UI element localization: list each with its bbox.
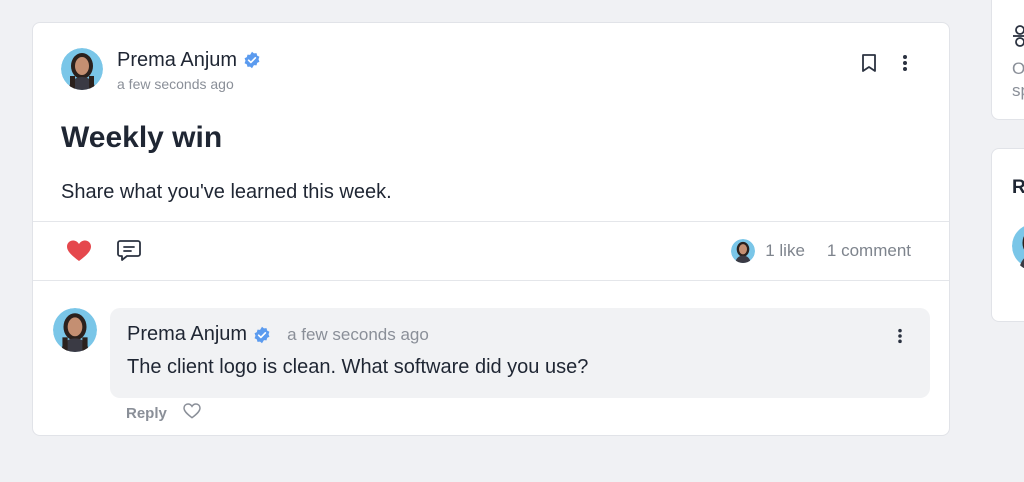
comment-more-button[interactable]	[890, 326, 910, 346]
post-card: Prema Anjum a few seconds ago Weekly win…	[32, 22, 950, 436]
author-block: Prema Anjum a few seconds ago	[117, 48, 261, 92]
reply-button[interactable]: Reply	[126, 405, 167, 422]
post-body: Share what you've learned this week.	[61, 181, 392, 203]
comment-bubble: Prema Anjum a few seconds ago The client…	[110, 308, 930, 398]
divider	[33, 280, 949, 281]
post-actions-bar: 1 like 1 comment	[33, 222, 949, 280]
sidebar-card: O sp	[991, 0, 1024, 120]
author-avatar[interactable]	[61, 48, 103, 90]
comment-author-avatar[interactable]	[53, 308, 97, 352]
post-timestamp: a few seconds ago	[117, 76, 234, 92]
heart-outline-icon	[183, 403, 201, 419]
liker-avatar[interactable]	[731, 239, 756, 263]
likes-count[interactable]: 1 like	[765, 241, 805, 261]
bookmark-button[interactable]	[859, 53, 879, 73]
bookmark-icon	[862, 54, 876, 72]
post-more-button[interactable]	[895, 53, 915, 73]
comment-icon	[117, 240, 141, 261]
verified-badge-icon	[244, 51, 260, 69]
sidebar-text: sp	[1012, 81, 1024, 100]
post-title: Weekly win	[61, 121, 223, 154]
comment-like-button[interactable]	[183, 403, 201, 424]
post-header-actions	[859, 53, 915, 73]
sidebar-card: R	[991, 148, 1024, 322]
author-line: Prema Anjum	[117, 48, 261, 72]
comment-head: Prema Anjum a few seconds ago	[127, 323, 429, 346]
verified-badge-icon	[254, 326, 270, 343]
comment-timestamp: a few seconds ago	[287, 324, 429, 344]
sidebar-text: O	[1012, 59, 1024, 78]
comments-count[interactable]: 1 comment	[827, 241, 911, 261]
sidebar-title: R	[1012, 177, 1024, 198]
post-stats: 1 like 1 comment	[731, 239, 911, 263]
settings-icon	[1013, 25, 1024, 47]
comment-text: The client logo is clean. What software …	[127, 356, 589, 378]
post-header: Prema Anjum a few seconds ago	[61, 48, 261, 92]
heart-icon	[67, 240, 91, 261]
more-vertical-icon	[898, 328, 902, 344]
comment-actions: Reply	[126, 403, 201, 424]
author-name[interactable]: Prema Anjum	[117, 49, 237, 72]
comment-button[interactable]	[116, 239, 142, 268]
sidebar-avatar[interactable]	[1012, 221, 1024, 271]
like-button[interactable]	[66, 239, 92, 268]
more-vertical-icon	[903, 55, 907, 71]
comment-author-name[interactable]: Prema Anjum	[127, 323, 247, 346]
